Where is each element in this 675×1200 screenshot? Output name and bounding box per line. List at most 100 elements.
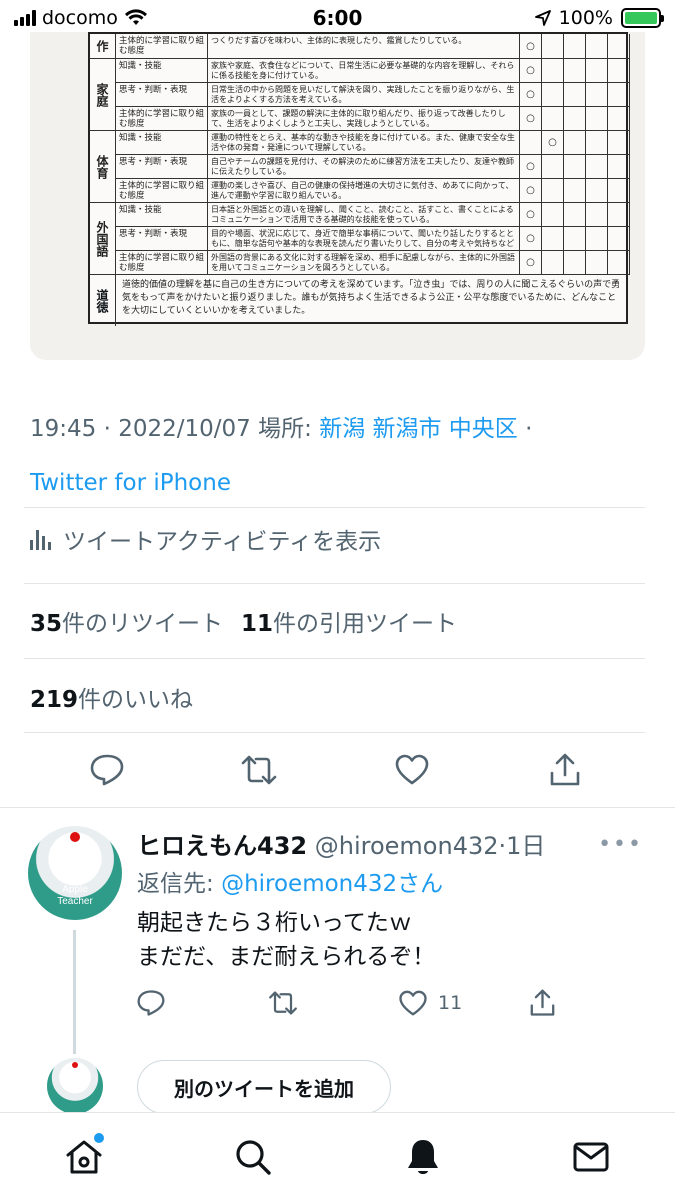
table-grade-cell [608,130,630,154]
table-description: 運動の特性をとらえ、基本的な動きや技能を身に付けている。また、健康で安全な生活や… [208,130,520,154]
table-grade-cell: ○ [520,82,542,106]
bar-chart-icon [30,528,51,550]
avatar[interactable]: Apple Teacher [28,826,122,920]
tab-messages[interactable] [569,1135,613,1179]
table-description: 家族や家庭、衣食住などについて、日常生活に必要な基礎的な内容を理解し、それらに係… [208,58,520,82]
table-grade-cell [542,250,564,274]
table-grade-cell [564,82,586,106]
table-grade-cell [586,82,608,106]
notification-dot [94,1133,104,1143]
divider [24,507,645,508]
tab-notifications[interactable] [401,1135,445,1179]
tweet-date: 2022/10/07 [118,416,251,442]
replying-to-link[interactable]: @hiroemon432 [221,871,397,897]
retweets-link[interactable]: 35件のリツイート [30,604,223,638]
table-criterion: 思考・判断・表現 [116,82,208,106]
table-description: 運動の楽しさや喜び、自己の健康の保持増進の大切さに気付き、めあてに向かって、進ん… [208,178,520,202]
replying-to: 返信先: @hiroemon432さん [137,864,443,898]
table-grade-cell [608,226,630,250]
quotes-link[interactable]: 11件の引用ツイート [241,604,457,638]
table-description: つくりだす喜びを味わい、主体的に表現したり、鑑賞したりしている。 [208,34,520,58]
tweet-actions [0,748,675,792]
like-count: 219 [30,687,79,713]
table-grade-cell [586,178,608,202]
avatar-badge-text: Apple Teacher [57,884,93,907]
table-grade-cell [564,106,586,130]
table-grade-cell [542,178,564,202]
reply-retweet-button[interactable] [267,986,299,1020]
reply-text: 朝起きたら３桁いってたｗ まだだ、まだ耐えられるぞ！ [137,910,436,970]
table-grade-cell: ○ [520,154,542,178]
table-grade-cell [564,130,586,154]
reply-author-handle: @hiroemon432 [314,832,499,860]
moral-text: 道徳的価値の理解を基に自己の生き方についての考えを深めています。「泣き虫」では、… [116,274,630,326]
more-icon[interactable]: ••• [598,832,643,857]
quote-label: 件の引用ツイート [273,611,458,637]
table-grade-cell [564,154,586,178]
table-description: 目的や場面、状況に応じて、身近で簡単な事柄について、聞いたり話したりするとともに… [208,226,520,250]
home-icon [66,1140,102,1174]
retweet-label: 件のリツイート [62,611,224,637]
divider [24,583,645,584]
table-grade-cell [542,154,564,178]
table-grade-cell [542,106,564,130]
likes-link[interactable]: 219件のいいね [30,680,193,714]
reply-reply-button[interactable] [136,986,166,1020]
table-criterion: 主体的に学習に取り組む態度 [116,34,208,58]
table-grade-cell [586,154,608,178]
table-subject: 家庭 [90,58,116,130]
tab-search[interactable] [231,1135,275,1179]
table-grade-cell [608,202,630,226]
divider [24,732,645,733]
table-grade-cell [608,58,630,82]
location-label: 場所: [258,416,312,442]
table-grade-cell [564,226,586,250]
table-description: 日本語と外国語との違いを理解し、聞くこと、読むこと、話すこと、書くことによるコミ… [208,202,520,226]
tab-home[interactable] [62,1133,106,1179]
table-grade-cell [586,106,608,130]
table-description: 家族の一員として、課題の解決に主体的に取り組んだり、振り返って改善したりして、生… [208,106,520,130]
status-bar-right: 100% [534,7,664,29]
like-button[interactable] [390,748,434,792]
tweet-photo[interactable]: 作家庭 体育 外国語 主体的に学習に取り組む態度 つくりだす喜びを味わい、主体的に表現し… [30,32,645,360]
table-grade-cell [586,58,608,82]
tweet-activity-label: ツイートアクティビティを表示 [63,529,382,555]
location-link[interactable]: 新潟 新潟市 中央区 [319,416,518,442]
table-grade-cell [564,58,586,82]
add-tweet-button[interactable]: 別のツイートを追加 [137,1060,391,1114]
table-grade-cell [586,250,608,274]
battery-percent: 100% [558,7,613,29]
location-arrow-icon [534,10,551,26]
tweet-source-link[interactable]: Twitter for iPhone [30,456,645,510]
table-grade-cell [542,226,564,250]
reply-actions: 11 [0,986,675,1020]
battery-icon [621,8,664,28]
table-description: 外国語の背景にある文化に対する理解を深め、相手に配慮しながら、主体的に外国語を用… [208,250,520,274]
table-criterion: 知識・技能 [116,202,208,226]
like-stats: 219件のいいね [30,680,193,714]
table-subject: 作 [90,34,116,58]
share-button[interactable] [543,748,587,792]
table-criterion: 主体的に学習に取り組む態度 [116,250,208,274]
share-icon [550,753,580,786]
table-grade-cell [586,202,608,226]
heart-icon [399,990,427,1015]
reply-share-button[interactable] [529,986,556,1020]
table-grade-cell [586,130,608,154]
retweet-button[interactable] [237,748,281,792]
table-grade-cell [586,226,608,250]
reply-icon [137,990,165,1016]
tab-bar [0,1112,675,1200]
table-grade-cell [564,202,586,226]
reply-like-button[interactable]: 11 [398,986,462,1020]
tweet-activity-link[interactable]: ツイートアクティビティを表示 [30,522,381,556]
tweet-time: 19:45 [30,416,97,442]
table-grade-cell [608,34,630,58]
replying-to-suffix: さん [397,871,444,897]
reply-author[interactable]: ヒロえもん432 @hiroemon432·1日 [137,826,545,861]
table-grade-cell [520,130,542,154]
table-subject: 外国語 [90,202,116,274]
table-criterion: 知識・技能 [116,58,208,82]
retweet-icon [241,755,277,785]
reply-button[interactable] [85,748,129,792]
